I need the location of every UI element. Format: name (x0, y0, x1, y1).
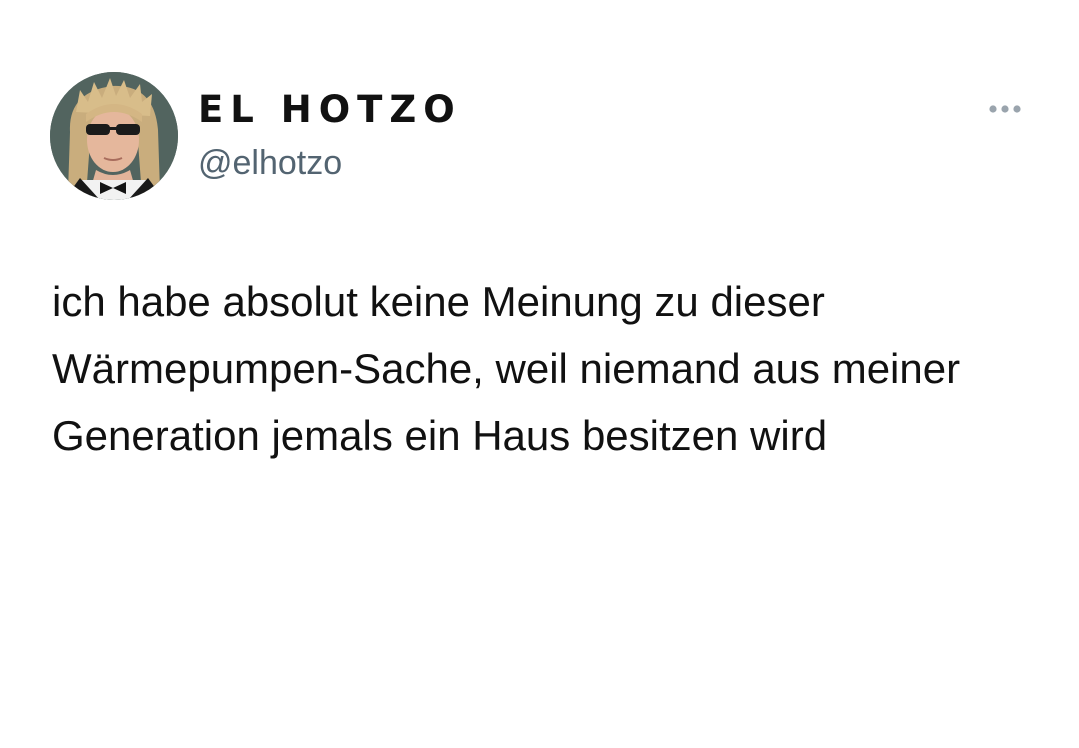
tweet-text: ich habe absolut keine Meinung zu dieser… (52, 278, 961, 459)
avatar[interactable] (50, 72, 178, 200)
display-name[interactable]: EL HOTZO (198, 88, 462, 132)
more-options-button[interactable] (982, 96, 1028, 122)
profile-photo (50, 72, 178, 200)
tweet-card: EL HOTZO @elhotzo ich habe absolut keine… (0, 0, 1079, 748)
more-horizontal-icon (989, 105, 1021, 113)
user-handle[interactable]: @elhotzo (198, 141, 342, 185)
